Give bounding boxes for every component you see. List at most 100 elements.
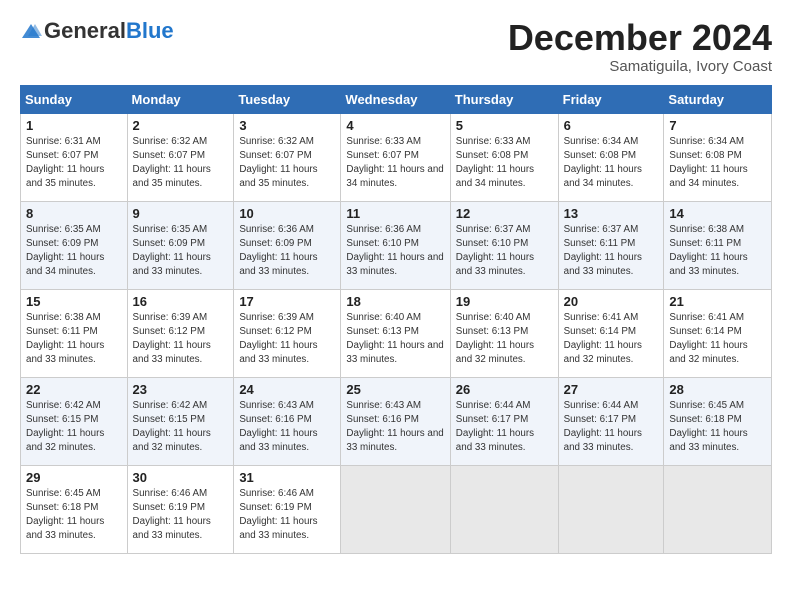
- day-number: 5: [456, 118, 553, 133]
- day-number: 13: [564, 206, 659, 221]
- day-number: 21: [669, 294, 766, 309]
- day-detail: Sunrise: 6:43 AMSunset: 6:16 PMDaylight:…: [346, 399, 444, 456]
- day-number: 17: [239, 294, 335, 309]
- day-detail: Sunrise: 6:32 AMSunset: 6:07 PMDaylight:…: [239, 135, 335, 192]
- logo-icon: [20, 22, 42, 40]
- calendar-week-row: 29Sunrise: 6:45 AMSunset: 6:18 PMDayligh…: [21, 465, 772, 553]
- calendar-table: Sunday Monday Tuesday Wednesday Thursday…: [20, 85, 772, 554]
- day-number: 16: [133, 294, 229, 309]
- day-number: 4: [346, 118, 444, 133]
- table-row: 29Sunrise: 6:45 AMSunset: 6:18 PMDayligh…: [21, 465, 128, 553]
- title-block: December 2024 Samatiguila, Ivory Coast: [508, 18, 772, 75]
- table-row: 20Sunrise: 6:41 AMSunset: 6:14 PMDayligh…: [558, 289, 664, 377]
- table-row: 11Sunrise: 6:36 AMSunset: 6:10 PMDayligh…: [341, 201, 450, 289]
- table-row: 25 Sunrise: 6:43 AMSunset: 6:16 PMDayligh…: [341, 377, 450, 465]
- logo-general: General: [44, 18, 126, 43]
- day-number: 3: [239, 118, 335, 133]
- day-number: 15: [26, 294, 122, 309]
- col-tuesday: Tuesday: [234, 85, 341, 113]
- location: Samatiguila, Ivory Coast: [508, 58, 772, 75]
- day-number: 24: [239, 382, 335, 397]
- table-row: 23 Sunrise: 6:42 AMSunset: 6:15 PMDayligh…: [127, 377, 234, 465]
- day-detail: Sunrise: 6:45 AMSunset: 6:18 PMDaylight:…: [669, 399, 766, 456]
- calendar-week-row: 15 Sunrise: 6:38 AMSunset: 6:11 PMDayligh…: [21, 289, 772, 377]
- day-number: 18: [346, 294, 444, 309]
- day-number: 26: [456, 382, 553, 397]
- day-number: 29: [26, 470, 122, 485]
- day-number: 1: [26, 118, 122, 133]
- logo: GeneralBlue: [20, 18, 174, 44]
- day-detail: Sunrise: 6:36 AMSunset: 6:09 PMDaylight:…: [239, 223, 335, 280]
- day-number: 23: [133, 382, 229, 397]
- day-number: 19: [456, 294, 553, 309]
- day-detail: Sunrise: 6:36 AMSunset: 6:10 PMDaylight:…: [346, 223, 444, 280]
- table-row: 10Sunrise: 6:36 AMSunset: 6:09 PMDayligh…: [234, 201, 341, 289]
- day-detail: Sunrise: 6:41 AMSunset: 6:14 PMDaylight:…: [669, 311, 766, 368]
- table-row: 30 Sunrise: 6:46 AMSunset: 6:19 PMDayligh…: [127, 465, 234, 553]
- day-detail: Sunrise: 6:39 AMSunset: 6:12 PMDaylight:…: [133, 311, 229, 368]
- day-detail: Sunrise: 6:34 AMSunset: 6:08 PMDaylight:…: [669, 135, 766, 192]
- table-row: [558, 465, 664, 553]
- table-row: [341, 465, 450, 553]
- day-detail: Sunrise: 6:43 AMSunset: 6:16 PMDaylight:…: [239, 399, 335, 456]
- day-number: 8: [26, 206, 122, 221]
- table-row: 4 Sunrise: 6:33 AMSunset: 6:07 PMDaylight…: [341, 113, 450, 201]
- day-number: 27: [564, 382, 659, 397]
- table-row: 8 Sunrise: 6:35 AMSunset: 6:09 PMDaylight…: [21, 201, 128, 289]
- day-number: 22: [26, 382, 122, 397]
- table-row: 28 Sunrise: 6:45 AMSunset: 6:18 PMDayligh…: [664, 377, 772, 465]
- table-row: 9 Sunrise: 6:35 AMSunset: 6:09 PMDaylight…: [127, 201, 234, 289]
- calendar-week-row: 8 Sunrise: 6:35 AMSunset: 6:09 PMDaylight…: [21, 201, 772, 289]
- day-number: 7: [669, 118, 766, 133]
- day-detail: Sunrise: 6:35 AMSunset: 6:09 PMDaylight:…: [133, 223, 229, 280]
- day-detail: Sunrise: 6:38 AMSunset: 6:11 PMDaylight:…: [26, 311, 122, 368]
- day-number: 14: [669, 206, 766, 221]
- day-detail: Sunrise: 6:46 AMSunset: 6:19 PMDaylight:…: [239, 487, 335, 544]
- table-row: 3 Sunrise: 6:32 AMSunset: 6:07 PMDaylight…: [234, 113, 341, 201]
- col-friday: Friday: [558, 85, 664, 113]
- day-detail: Sunrise: 6:38 AMSunset: 6:11 PMDaylight:…: [669, 223, 766, 280]
- col-thursday: Thursday: [450, 85, 558, 113]
- day-detail: Sunrise: 6:40 AMSunset: 6:13 PMDaylight:…: [346, 311, 444, 368]
- table-row: 7 Sunrise: 6:34 AMSunset: 6:08 PMDaylight…: [664, 113, 772, 201]
- day-detail: Sunrise: 6:32 AMSunset: 6:07 PMDaylight:…: [133, 135, 229, 192]
- day-detail: Sunrise: 6:34 AMSunset: 6:08 PMDaylight:…: [564, 135, 659, 192]
- calendar-header-row: Sunday Monday Tuesday Wednesday Thursday…: [21, 85, 772, 113]
- table-row: [664, 465, 772, 553]
- calendar-week-row: 1 Sunrise: 6:31 AMSunset: 6:07 PMDaylight…: [21, 113, 772, 201]
- day-detail: Sunrise: 6:40 AMSunset: 6:13 PMDaylight:…: [456, 311, 553, 368]
- day-number: 20: [564, 294, 659, 309]
- day-detail: Sunrise: 6:35 AMSunset: 6:09 PMDaylight:…: [26, 223, 122, 280]
- logo-blue: Blue: [126, 18, 174, 43]
- day-number: 9: [133, 206, 229, 221]
- day-detail: Sunrise: 6:33 AMSunset: 6:07 PMDaylight:…: [346, 135, 444, 192]
- table-row: 27 Sunrise: 6:44 AMSunset: 6:17 PMDayligh…: [558, 377, 664, 465]
- table-row: 21 Sunrise: 6:41 AMSunset: 6:14 PMDayligh…: [664, 289, 772, 377]
- col-sunday: Sunday: [21, 85, 128, 113]
- day-detail: Sunrise: 6:44 AMSunset: 6:17 PMDaylight:…: [456, 399, 553, 456]
- day-detail: Sunrise: 6:42 AMSunset: 6:15 PMDaylight:…: [26, 399, 122, 456]
- day-detail: Sunrise: 6:37 AMSunset: 6:11 PMDaylight:…: [564, 223, 659, 280]
- day-number: 2: [133, 118, 229, 133]
- day-number: 25: [346, 382, 444, 397]
- logo-text: GeneralBlue: [44, 18, 174, 44]
- col-monday: Monday: [127, 85, 234, 113]
- day-detail: Sunrise: 6:44 AMSunset: 6:17 PMDaylight:…: [564, 399, 659, 456]
- day-detail: Sunrise: 6:46 AMSunset: 6:19 PMDaylight:…: [133, 487, 229, 544]
- day-number: 6: [564, 118, 659, 133]
- table-row: 17Sunrise: 6:39 AMSunset: 6:12 PMDayligh…: [234, 289, 341, 377]
- day-detail: Sunrise: 6:42 AMSunset: 6:15 PMDaylight:…: [133, 399, 229, 456]
- day-number: 12: [456, 206, 553, 221]
- col-wednesday: Wednesday: [341, 85, 450, 113]
- table-row: 13 Sunrise: 6:37 AMSunset: 6:11 PMDayligh…: [558, 201, 664, 289]
- day-number: 30: [133, 470, 229, 485]
- table-row: 31 Sunrise: 6:46 AMSunset: 6:19 PMDayligh…: [234, 465, 341, 553]
- day-number: 28: [669, 382, 766, 397]
- calendar-week-row: 22 Sunrise: 6:42 AMSunset: 6:15 PMDayligh…: [21, 377, 772, 465]
- table-row: 12Sunrise: 6:37 AMSunset: 6:10 PMDayligh…: [450, 201, 558, 289]
- col-saturday: Saturday: [664, 85, 772, 113]
- day-detail: Sunrise: 6:31 AMSunset: 6:07 PMDaylight:…: [26, 135, 122, 192]
- day-number: 31: [239, 470, 335, 485]
- table-row: 24 Sunrise: 6:43 AMSunset: 6:16 PMDayligh…: [234, 377, 341, 465]
- month-title: December 2024: [508, 18, 772, 58]
